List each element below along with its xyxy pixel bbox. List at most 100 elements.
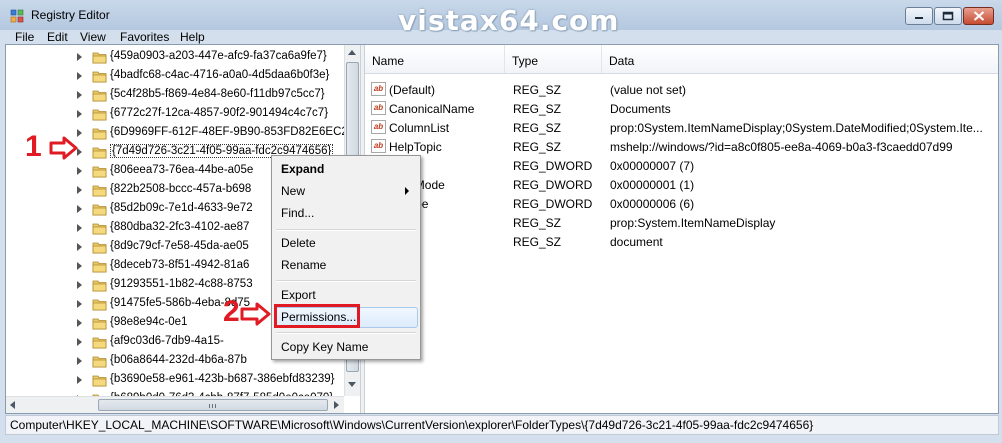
- expand-arrow-icon[interactable]: [77, 167, 82, 175]
- value-type: REG_DWORD: [513, 197, 593, 211]
- scroll-down-icon[interactable]: [348, 382, 356, 387]
- expand-arrow-icon[interactable]: [77, 72, 82, 80]
- scroll-right-icon[interactable]: [334, 401, 339, 409]
- list-header: Name Type Data: [365, 45, 998, 74]
- maximize-button[interactable]: [934, 7, 962, 25]
- value-row[interactable]: ab (Default) REG_SZ (value not set): [365, 80, 998, 99]
- value-data: Documents: [610, 102, 671, 116]
- folder-icon: [92, 90, 107, 102]
- value-row[interactable]: ab HelpTopic REG_SZ mshelp://windows/?id=a8…: [365, 137, 998, 156]
- folder-icon: [92, 375, 107, 387]
- tree-hscroll-thumb[interactable]: [98, 399, 328, 411]
- step-1-arrow-icon: [49, 136, 78, 160]
- value-type: REG_SZ: [513, 121, 562, 135]
- column-header-name[interactable]: Name: [372, 54, 404, 68]
- expand-arrow-icon[interactable]: [77, 300, 82, 308]
- tree-item-label: {85d2b09c-7e1d-4633-9e72: [110, 202, 253, 214]
- tree-item[interactable]: {6772c27f-12ca-4857-90f2-901494c4c7c7}: [6, 105, 346, 124]
- grip-line: [215, 404, 216, 408]
- scroll-up-icon[interactable]: [348, 50, 356, 55]
- expand-arrow-icon[interactable]: [77, 205, 82, 213]
- menu-separator: [276, 280, 416, 282]
- main-content: {b689b0d0-76d3-4cbb-87f7-585d0e0ce070}{b…: [5, 44, 999, 414]
- value-row[interactable]: 011ViewModeREG_DWORD0x00000001 (1): [365, 175, 998, 194]
- value-type: REG_SZ: [513, 83, 562, 97]
- folder-icon: [92, 356, 107, 368]
- expand-arrow-icon[interactable]: [77, 243, 82, 251]
- tree-item-label: {6D9969FF-612F-48EF-9B90-853FD82E6EC2}: [110, 126, 352, 138]
- expand-arrow-icon[interactable]: [77, 357, 82, 365]
- tree-item-label: {8deceb73-8f51-4942-81a6: [110, 259, 250, 271]
- close-button[interactable]: [963, 7, 994, 25]
- value-data: mshelp://windows/?id=a8c0f805-ee8a-4069-…: [610, 140, 953, 154]
- minimize-icon: [915, 17, 923, 19]
- folder-icon: [92, 261, 107, 273]
- step-2-label: 2: [223, 295, 240, 328]
- folder-icon: [92, 223, 107, 235]
- value-row[interactable]: ab CanonicalName REG_SZ Documents: [365, 99, 998, 118]
- menu-file[interactable]: File: [15, 30, 34, 44]
- expand-arrow-icon[interactable]: [77, 53, 82, 61]
- expand-arrow-icon[interactable]: [77, 91, 82, 99]
- expand-arrow-icon[interactable]: [77, 319, 82, 327]
- folder-icon: [92, 166, 107, 178]
- title-bar[interactable]: Registry Editor vistax64.com: [0, 0, 1002, 37]
- value-row[interactable]: abREG_SZdocument: [365, 232, 998, 251]
- folder-icon: [92, 242, 107, 254]
- expand-arrow-icon[interactable]: [77, 110, 82, 118]
- context-menu-delete[interactable]: Delete: [281, 236, 316, 250]
- context-menu-new[interactable]: New: [281, 184, 305, 198]
- tree-item-label: {91293551-1b82-4c88-8753: [110, 278, 253, 290]
- registry-values-list[interactable]: Name Type Data ab (Default) REG_SZ (value n…: [365, 45, 998, 413]
- menu-help[interactable]: Help: [180, 30, 205, 44]
- column-header-data[interactable]: Data: [609, 54, 634, 68]
- menu-view[interactable]: View: [80, 30, 106, 44]
- context-menu-copy-key-name[interactable]: Copy Key Name: [281, 340, 368, 354]
- folder-icon: [92, 109, 107, 121]
- value-row[interactable]: 011TypeREG_DWORD0x00000007 (7): [365, 156, 998, 175]
- expand-arrow-icon[interactable]: [77, 281, 82, 289]
- value-row[interactable]: ab ColumnList REG_SZ prop:0System.ItemNameD…: [365, 118, 998, 137]
- tree-item[interactable]: {4badfc68-c4ac-4716-a0a0-4d5daa6b0f3e}: [6, 67, 346, 86]
- value-type: REG_DWORD: [513, 178, 593, 192]
- tree-item[interactable]: {b3690e58-e961-423b-b687-386ebfd83239}: [6, 371, 346, 390]
- grip-line: [209, 404, 210, 408]
- folder-icon: [92, 128, 107, 140]
- tree-item-label: {b06a8644-232d-4b6a-87b: [110, 354, 247, 366]
- string-value-icon: ab: [371, 101, 386, 115]
- tree-item-label: {806eea73-76ea-44be-a05e: [110, 164, 254, 176]
- menu-edit[interactable]: Edit: [47, 30, 68, 44]
- close-icon: [973, 11, 984, 21]
- folder-icon: [92, 299, 107, 311]
- scroll-left-icon[interactable]: [10, 401, 15, 409]
- expand-arrow-icon[interactable]: [77, 224, 82, 232]
- menu-favorites[interactable]: Favorites: [120, 30, 169, 44]
- submenu-arrow-icon: [405, 187, 409, 195]
- expand-arrow-icon[interactable]: [77, 262, 82, 270]
- value-name: ColumnList: [389, 121, 450, 135]
- context-menu-find[interactable]: Find...: [281, 206, 314, 220]
- minimize-button[interactable]: [905, 7, 933, 25]
- expand-arrow-icon[interactable]: [77, 186, 82, 194]
- tree-item[interactable]: {5c4f28b5-f869-4e84-8e60-f11db97c5cc7}: [6, 86, 346, 105]
- column-header-type[interactable]: Type: [512, 54, 538, 68]
- value-row[interactable]: 011edTypeREG_DWORD0x00000006 (6): [365, 194, 998, 213]
- step-1-label: 1: [25, 130, 42, 163]
- value-data: document: [610, 235, 663, 249]
- expand-arrow-icon[interactable]: [77, 376, 82, 384]
- column-divider[interactable]: [504, 45, 505, 73]
- column-divider[interactable]: [601, 45, 602, 73]
- value-type: REG_SZ: [513, 102, 562, 116]
- value-data: 0x00000006 (6): [610, 197, 695, 211]
- tree-item-label: {6772c27f-12ca-4857-90f2-901494c4c7c7}: [110, 107, 329, 119]
- value-row[interactable]: abListREG_SZprop:System.ItemNameDisplay: [365, 213, 998, 232]
- context-menu-export[interactable]: Export: [281, 288, 316, 302]
- context-menu-expand[interactable]: Expand: [281, 162, 324, 176]
- expand-arrow-icon[interactable]: [77, 338, 82, 346]
- string-value-icon: ab: [371, 120, 386, 134]
- context-menu-rename[interactable]: Rename: [281, 258, 326, 272]
- registry-editor-icon: [10, 9, 24, 23]
- tree-item[interactable]: {459a0903-a203-447e-afc9-fa37ca6a9fe7}: [6, 48, 346, 67]
- folder-icon: [92, 52, 107, 64]
- tree-horizontal-scrollbar[interactable]: [6, 396, 344, 413]
